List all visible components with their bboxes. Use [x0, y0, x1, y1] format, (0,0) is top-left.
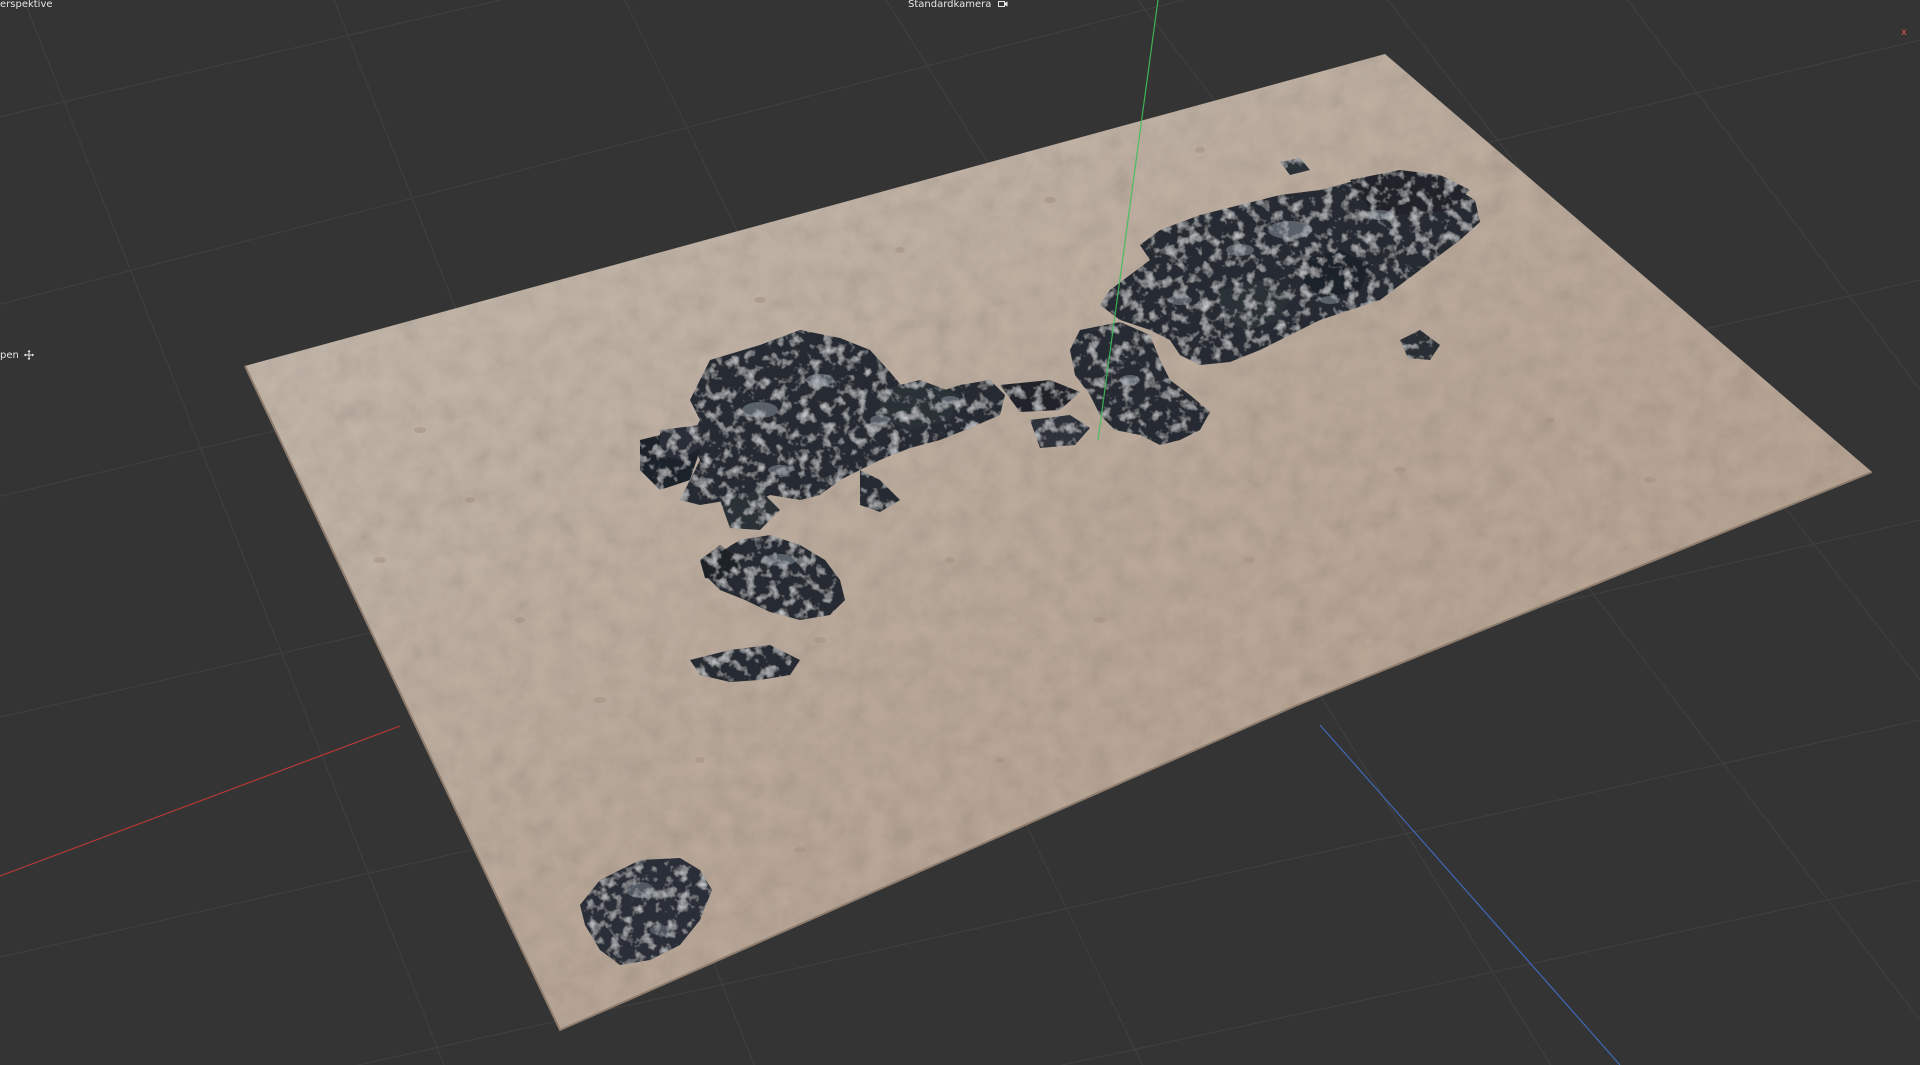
side-panel-label[interactable]: pen: [0, 350, 35, 362]
view-name-label[interactable]: erspektive: [0, 0, 53, 11]
side-label-text: pen: [0, 350, 19, 361]
z-axis-line: [1319, 724, 1621, 1065]
view-name-text: erspektive: [0, 0, 53, 10]
camera-icon: [997, 1, 1008, 7]
axis-x-label: x: [1901, 27, 1907, 38]
3d-viewport[interactable]: erspektive Standardkamera pen x: [0, 0, 1920, 1065]
camera-name-text: Standardkamera: [908, 0, 992, 10]
sand-terrain-mesh[interactable]: [245, 54, 1872, 1030]
camera-selector[interactable]: Standardkamera: [908, 0, 1008, 11]
viewport-scene[interactable]: [0, 0, 1920, 1065]
move-icon: [24, 350, 35, 360]
